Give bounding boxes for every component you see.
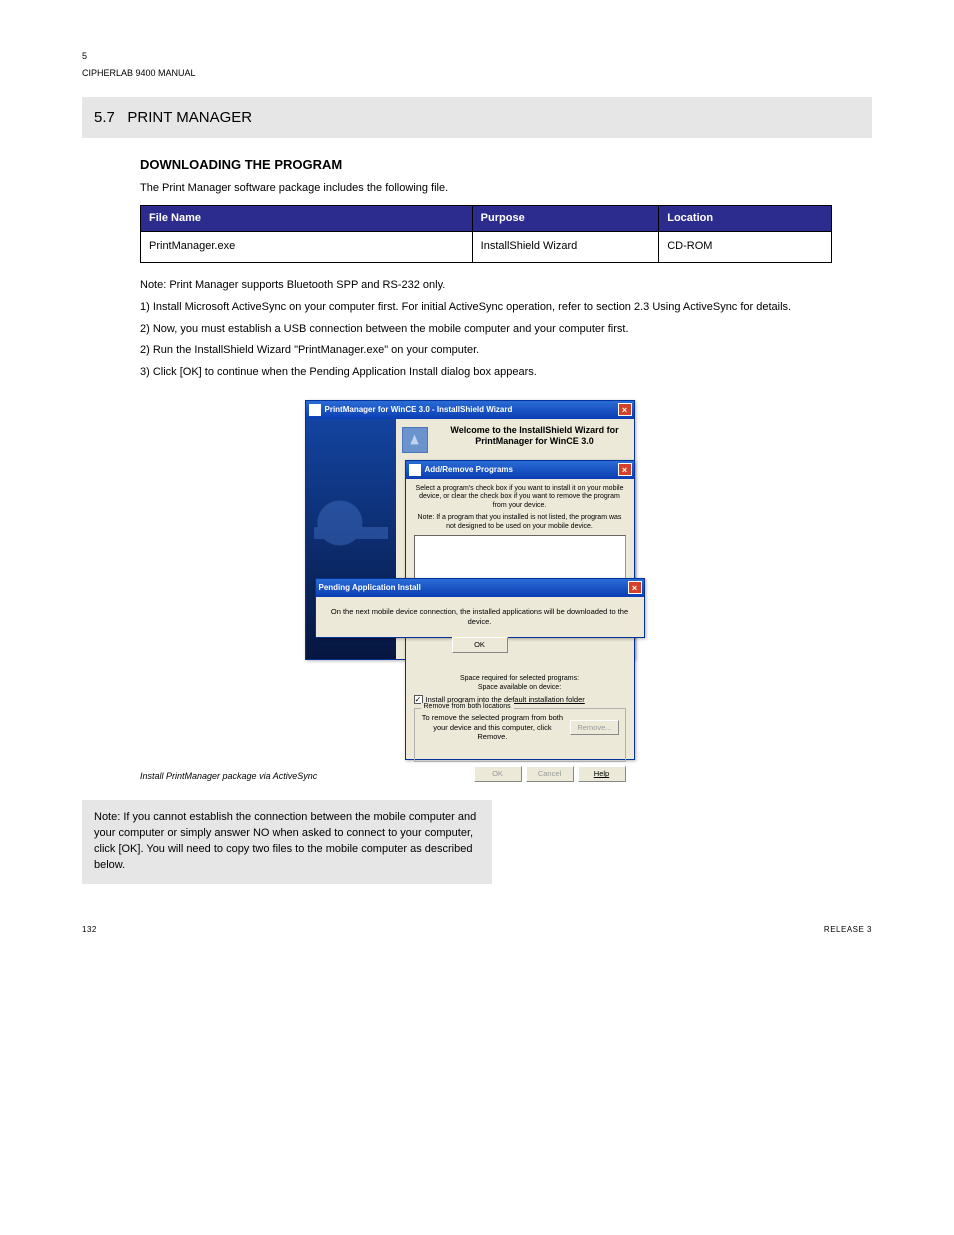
cell-filename: PrintManager.exe [141,232,473,262]
installshield-title: PrintManager for WinCE 3.0 - InstallShie… [325,404,513,415]
add-remove-icon [409,464,421,476]
wizard-heading: Welcome to the InstallShield Wizard for … [436,425,634,448]
remove-fieldset: Remove from both locations To remove the… [414,708,626,762]
remove-legend: Remove from both locations [421,703,514,712]
pending-install-window: Pending Application Install × On the nex… [315,578,645,638]
col-purpose: Purpose [472,205,659,231]
step-2b: 2) Run the InstallShield Wizard "PrintMa… [140,342,872,360]
section-heading: 5.7 PRINT MANAGER [82,97,872,138]
space-required-label: Space required for selected programs: [414,675,626,684]
release-label: RELEASE 3 [824,924,872,935]
intro-text: The Print Manager software package inclu… [82,180,872,197]
step-2a: 2) Now, you must establish a USB connect… [140,321,872,339]
remove-button[interactable]: Remove... [570,720,618,735]
table-row: PrintManager.exe InstallShield Wizard CD… [141,232,832,262]
step-3: 3) Click [OK] to continue when the Pendi… [140,364,872,382]
help-button[interactable]: Help [578,766,626,781]
close-icon[interactable]: × [618,463,632,476]
pending-title: Pending Application Install [319,582,421,593]
bluetooth-note: Note: Print Manager supports Bluetooth S… [82,277,872,294]
ok-button[interactable]: OK [474,766,522,781]
add-remove-text-1: Select a program's check box if you want… [414,485,626,511]
add-remove-title: Add/Remove Programs [425,464,513,475]
cancel-button[interactable]: Cancel [526,766,574,781]
figure: PrintManager for WinCE 3.0 - InstallShie… [82,400,872,760]
subsection-heading: DOWNLOADING THE PROGRAM [82,156,872,174]
pending-titlebar: Pending Application Install × [316,579,644,597]
instruction-list: 1) Install Microsoft ActiveSync on your … [82,299,872,381]
page-number: 132 [82,924,97,935]
chapter-number: 5 [82,50,872,63]
add-remove-titlebar: Add/Remove Programs × [406,461,634,479]
installshield-icon [309,404,321,416]
wizard-app-icon [402,427,428,453]
close-icon[interactable]: × [618,403,632,416]
col-location: Location [659,205,832,231]
section-number: 5.7 [94,109,115,126]
remove-text: To remove the selected program from both… [421,713,565,741]
section-title: PRINT MANAGER [127,109,252,126]
pending-message: On the next mobile device connection, th… [316,597,644,634]
pending-ok-button[interactable]: OK [452,637,508,654]
installshield-titlebar: PrintManager for WinCE 3.0 - InstallShie… [306,401,634,419]
space-available-label: Space available on device: [414,684,626,693]
col-filename: File Name [141,205,473,231]
table-header-row: File Name Purpose Location [141,205,832,231]
add-remove-text-2: Note: If a program that you installed is… [414,514,626,532]
cell-purpose: InstallShield Wizard [472,232,659,262]
cell-location: CD-ROM [659,232,832,262]
doc-title-line: CIPHERLAB 9400 MANUAL [82,67,872,80]
page-footer: 132 RELEASE 3 [0,924,954,935]
note-box: Note: If you cannot establish the connec… [82,800,492,884]
step-1: 1) Install Microsoft ActiveSync on your … [140,299,872,317]
close-icon[interactable]: × [628,581,642,594]
file-table: File Name Purpose Location PrintManager.… [140,205,832,263]
program-list-box[interactable] [414,535,626,581]
